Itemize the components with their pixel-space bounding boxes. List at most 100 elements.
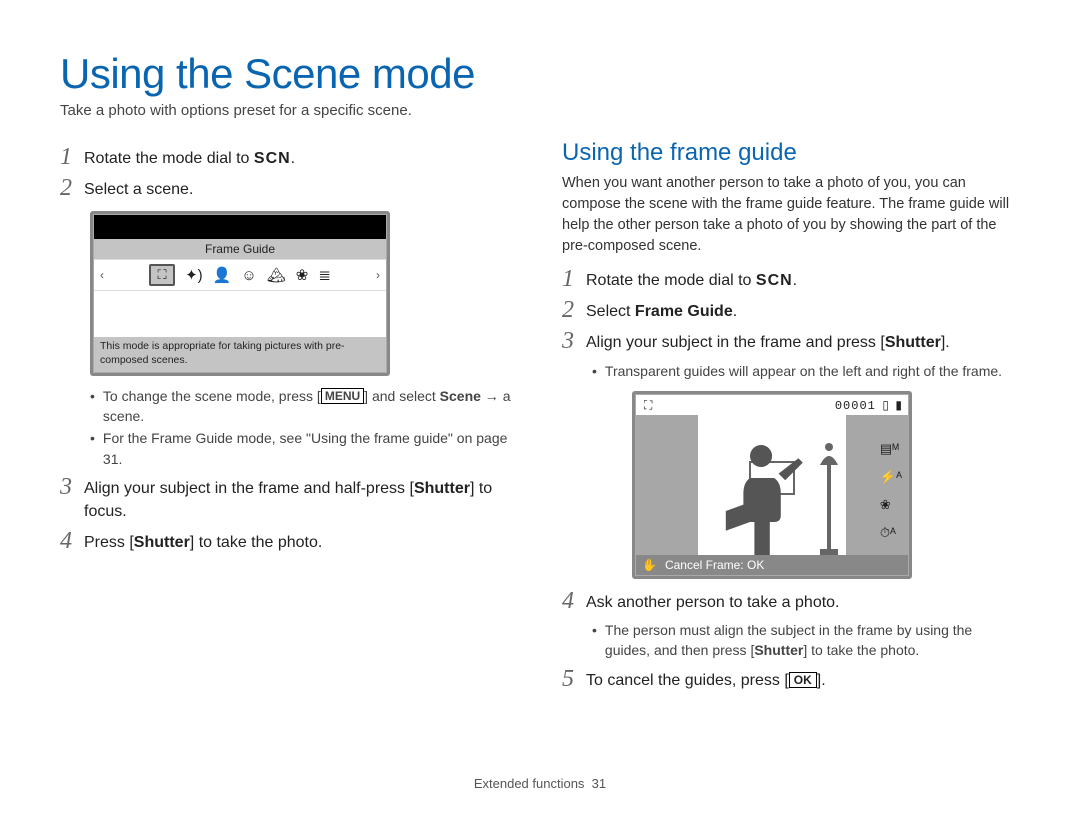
text: ]. — [941, 334, 950, 351]
bold-text: Shutter — [754, 642, 803, 658]
landscape-icon: 🏔 — [267, 266, 286, 284]
text: Align your subject in the frame and half… — [84, 480, 414, 497]
r-step-5: 5 To cancel the guides, press [OK]. — [562, 669, 1020, 692]
text: ] and select — [364, 388, 440, 404]
bold-text: Shutter — [134, 534, 190, 551]
step-3: 3 Align your subject in the frame and ha… — [60, 477, 518, 523]
note-text: Transparent guides will appear on the le… — [605, 361, 1002, 381]
left-column: 1 Rotate the mode dial to SCN. 2 Select … — [60, 139, 518, 698]
page-footer: Extended functions 31 — [0, 776, 1080, 791]
frame-guide-mode-icon: ⛶ — [644, 398, 652, 412]
lcd-empty-area — [94, 291, 386, 337]
note-text: To change the scene mode, press [MENU] a… — [103, 386, 518, 427]
page-subtitle: Take a photo with options preset for a s… — [60, 102, 1020, 119]
r-step-4: 4 Ask another person to take a photo. — [562, 591, 1020, 614]
lcd-top-bar: ⛶ 00001 ▯ ▮ — [636, 395, 908, 415]
lcd-black-bar — [94, 215, 386, 239]
text: Press [ — [84, 534, 134, 551]
photographer-silhouette — [706, 445, 816, 555]
step-number: 4 — [60, 529, 84, 553]
step-text: Press [Shutter] to take the photo. — [84, 531, 322, 554]
step-number: 1 — [562, 267, 586, 291]
footer-page-number: 31 — [592, 776, 606, 791]
note-text: The person must align the subject in the… — [605, 620, 1020, 661]
step-text: Rotate the mode dial to SCN. — [586, 269, 797, 292]
bold-text: Frame Guide — [635, 303, 733, 320]
step-number: 5 — [562, 667, 586, 691]
lcd-scene-select: Frame Guide ‹ ⛶ ✦) 👤 ☺ 🏔 ❀ ≣ › — [90, 211, 390, 375]
step-text: Align your subject in the frame and pres… — [586, 331, 950, 354]
r-step-3-notes: • Transparent guides will appear on the … — [592, 361, 1020, 381]
resolution-icon: ▤ᴹ — [880, 441, 902, 457]
text: Rotate the mode dial to — [84, 150, 254, 167]
ok-button-icon: OK — [789, 672, 817, 688]
step-number: 3 — [60, 475, 84, 499]
flash-icon: ⚡ᴬ — [880, 469, 902, 485]
chevron-right-icon: › — [376, 268, 380, 282]
text: ] to take the photo. — [803, 642, 919, 658]
shot-counter: 00001 — [835, 399, 876, 413]
bullet-dot: • — [90, 428, 95, 469]
closeup-icon: ❀ — [296, 266, 309, 284]
footer-section-name: Extended functions — [474, 776, 585, 791]
battery-icon: ▮ — [895, 398, 902, 412]
text: Select — [586, 303, 635, 320]
step-text: Align your subject in the frame and half… — [84, 477, 518, 523]
step-number: 2 — [562, 298, 586, 322]
text: Align your subject in the frame and pres… — [586, 334, 885, 351]
text: . — [733, 303, 737, 320]
text: To change the scene mode, press [ — [103, 388, 321, 404]
step-text: Select Frame Guide. — [586, 300, 737, 323]
children-icon: ☺ — [241, 267, 256, 284]
scn-icon: SCN — [254, 150, 291, 167]
bullet-dot: • — [592, 620, 597, 661]
bold-text: Scene — [440, 388, 481, 404]
step-number: 4 — [562, 589, 586, 613]
text: . — [291, 150, 295, 167]
text-icon: ≣ — [318, 266, 331, 284]
lcd-scene-label: Frame Guide — [94, 239, 386, 259]
macro-icon: ❀ — [880, 497, 902, 513]
step-text: To cancel the guides, press [OK]. — [586, 669, 826, 692]
text: To cancel the guides, press [ — [586, 672, 789, 689]
storage-icon: ▯ — [882, 398, 889, 412]
text: Rotate the mode dial to — [586, 272, 756, 289]
lcd-right-indicators: ▤ᴹ ⚡ᴬ ❀ ⏱ᴬ — [880, 441, 902, 541]
portrait-icon: 👤 — [213, 266, 232, 284]
lcd-viewport: ▤ᴹ ⚡ᴬ ❀ ⏱ᴬ — [636, 415, 908, 555]
r-step-2: 2 Select Frame Guide. — [562, 300, 1020, 323]
step-number: 3 — [562, 329, 586, 353]
chevron-left-icon: ‹ — [100, 268, 104, 282]
text: . — [793, 272, 797, 289]
bullet-dot: • — [90, 386, 95, 427]
step-text: Ask another person to take a photo. — [586, 591, 840, 614]
step-2: 2 Select a scene. — [60, 178, 518, 201]
text: ] to take the photo. — [190, 534, 323, 551]
timer-icon: ⏱ᴬ — [880, 525, 902, 541]
frame-guide-icon: ⛶ — [149, 264, 175, 286]
scn-icon: SCN — [756, 272, 793, 289]
lcd-icon-row: ‹ ⛶ ✦) 👤 ☺ 🏔 ❀ ≣ › — [94, 259, 386, 291]
text: ]. — [817, 672, 826, 689]
street-lamp — [816, 437, 842, 555]
lcd-frame-guide: ⛶ 00001 ▯ ▮ ▤ᴹ ⚡ᴬ ❀ — [632, 391, 912, 579]
hand-icon: ✋ — [642, 558, 657, 572]
step-number: 2 — [60, 176, 84, 200]
manual-page: Using the Scene mode Take a photo with o… — [0, 0, 1080, 815]
section-para: When you want another person to take a p… — [562, 173, 1020, 257]
page-title: Using the Scene mode — [60, 50, 1020, 98]
right-column: Using the frame guide When you want anot… — [562, 139, 1020, 698]
lcd-bottom-bar: ✋ Cancel Frame: OK — [636, 555, 908, 575]
step-2-notes: • To change the scene mode, press [MENU]… — [90, 386, 518, 469]
r-step-1: 1 Rotate the mode dial to SCN. — [562, 269, 1020, 292]
step-4: 4 Press [Shutter] to take the photo. — [60, 531, 518, 554]
guide-overlay-left — [636, 415, 698, 555]
two-column-layout: 1 Rotate the mode dial to SCN. 2 Select … — [60, 139, 1020, 698]
bold-text: Shutter — [414, 480, 470, 497]
section-heading: Using the frame guide — [562, 139, 1020, 167]
step-text: Select a scene. — [84, 178, 193, 201]
step-number: 1 — [60, 145, 84, 169]
r-step-4-notes: • The person must align the subject in t… — [592, 620, 1020, 661]
note-text: For the Frame Guide mode, see "Using the… — [103, 428, 518, 469]
lcd-bottom-text: Cancel Frame: OK — [665, 558, 764, 572]
